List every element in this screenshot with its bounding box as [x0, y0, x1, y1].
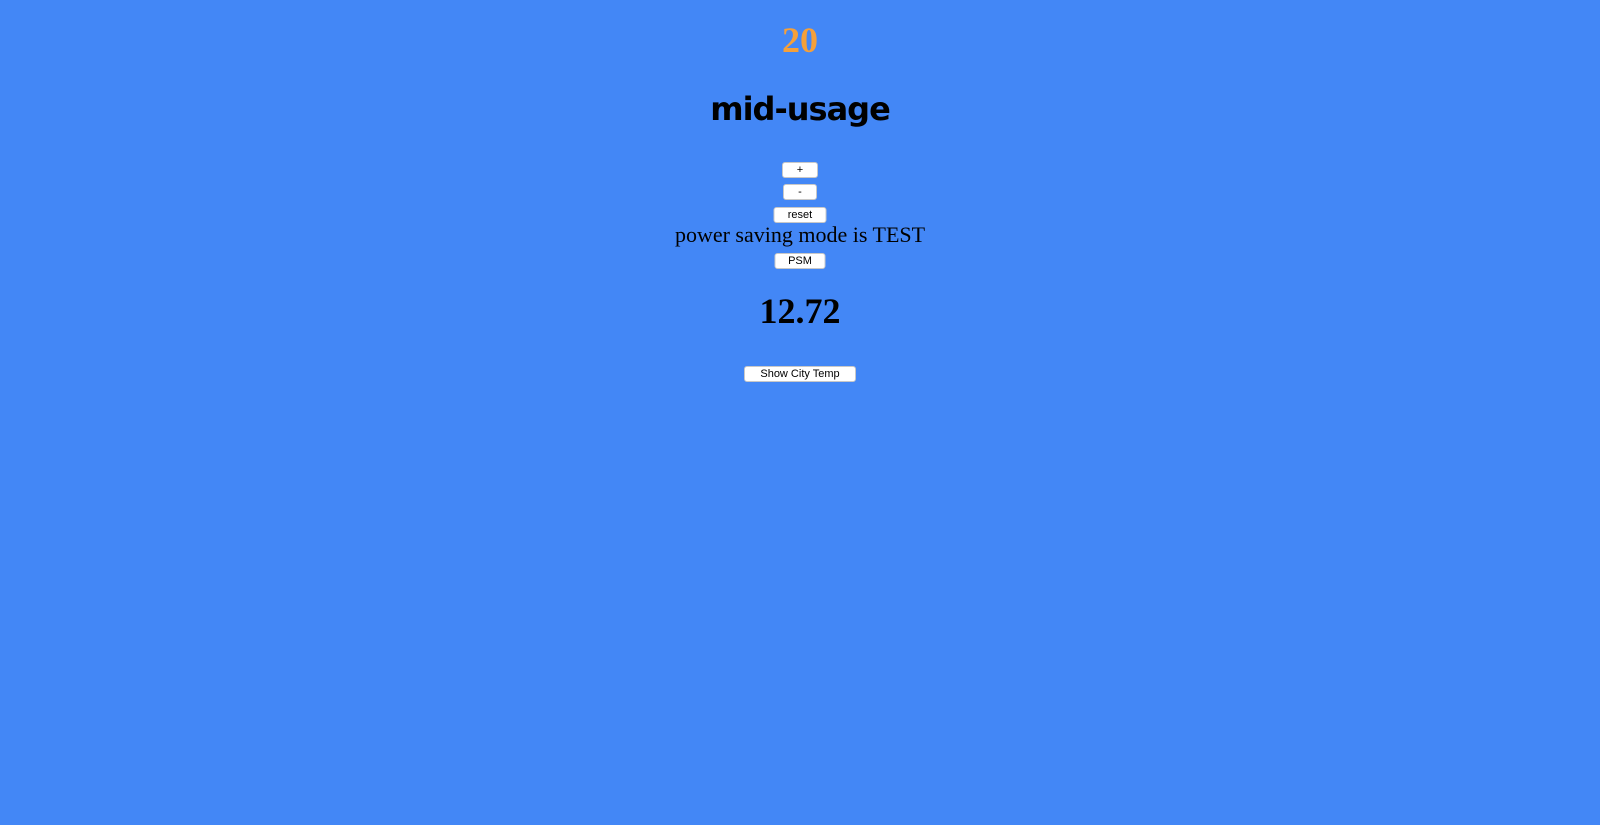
power-saving-toggle-button[interactable]: PSM	[774, 253, 826, 269]
power-saving-status: power saving mode is TEST	[674, 222, 926, 247]
energy-usage-label: mid-usage	[710, 90, 891, 128]
decrease-temperature-button[interactable]: -	[783, 184, 817, 200]
show-city-temp-button[interactable]: Show City Temp	[744, 366, 856, 382]
increase-temperature-button[interactable]: +	[782, 162, 818, 178]
current-temperature: 20	[782, 20, 818, 60]
city-temperature: 12.72	[759, 291, 841, 331]
